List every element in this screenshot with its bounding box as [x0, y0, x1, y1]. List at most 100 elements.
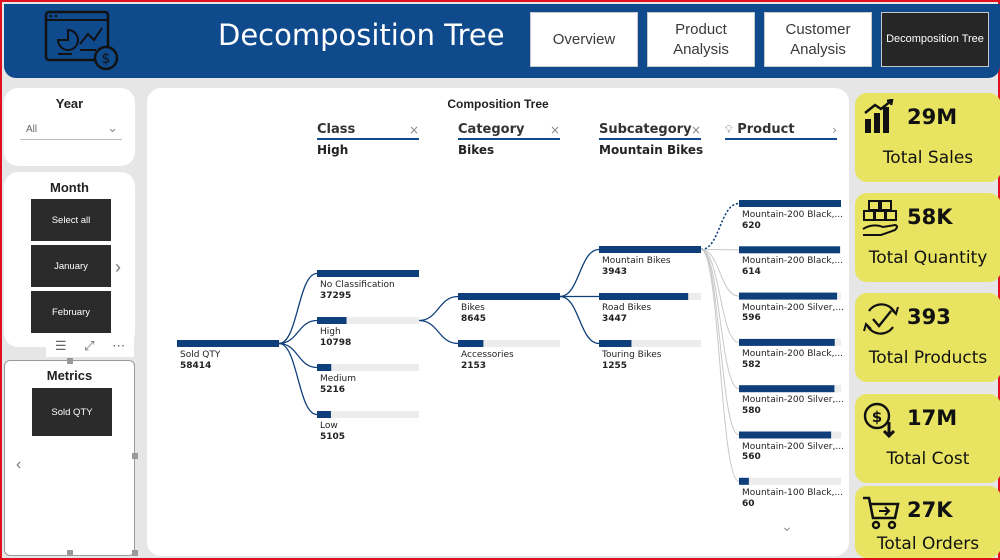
- node-bar[interactable]: [739, 431, 832, 439]
- node-bar[interactable]: [317, 317, 347, 324]
- nav-customer-analysis-button[interactable]: Customer Analysis: [764, 12, 872, 67]
- month-item-label: Select all: [51, 214, 91, 226]
- node-bar-track[interactable]: [317, 364, 419, 371]
- kpi-card-total-quantity: 58K Total Quantity: [855, 193, 1000, 282]
- nav-overview-button[interactable]: Overview: [530, 12, 638, 67]
- page-title: Decomposition Tree: [218, 18, 505, 52]
- node-bar[interactable]: [458, 340, 484, 347]
- remove-level-icon[interactable]: ×: [550, 123, 560, 137]
- node-value: 37295: [320, 290, 352, 301]
- node-bar[interactable]: [739, 385, 835, 393]
- kpi-label: Total Orders: [876, 534, 980, 554]
- resize-handle[interactable]: [132, 453, 138, 459]
- node-label[interactable]: Mountain Bikes 3943: [602, 256, 671, 278]
- column-header-subcategory[interactable]: Subcategory ×: [599, 122, 701, 140]
- dashboard-frame: $ Decomposition Tree Overview Product An…: [0, 0, 1000, 560]
- resize-handle[interactable]: [132, 550, 138, 556]
- month-january-button[interactable]: January: [31, 245, 111, 287]
- year-dropdown-value: All: [26, 124, 38, 135]
- node-name: Sold QTY: [180, 350, 221, 360]
- node-name: Touring Bikes: [602, 350, 662, 360]
- node-name: Road Bikes: [602, 303, 652, 313]
- node-label[interactable]: Mountain-200 Silver,... 580: [742, 395, 844, 417]
- column-header-class[interactable]: Class ×: [317, 122, 419, 140]
- resize-handle[interactable]: [67, 550, 73, 556]
- node-label[interactable]: High 10798: [320, 327, 351, 349]
- node-bar[interactable]: [177, 340, 279, 347]
- node-bar-track[interactable]: [739, 477, 841, 485]
- chevron-left-icon[interactable]: ‹: [16, 456, 21, 474]
- node-value: 10798: [320, 337, 352, 348]
- tree-connector-faint: [700, 249, 740, 436]
- kpi-label: Total Cost: [886, 449, 970, 469]
- more-options-icon[interactable]: ⋯: [112, 338, 125, 354]
- column-selected-category: Bikes: [458, 143, 495, 157]
- node-bar[interactable]: [599, 340, 632, 347]
- metrics-slicer-title: Metrics: [46, 368, 93, 383]
- remove-level-icon[interactable]: ×: [409, 123, 419, 137]
- column-header-product[interactable]: 💡︎ Product ›: [725, 122, 837, 140]
- node-bar[interactable]: [739, 246, 841, 254]
- node-label[interactable]: Bikes 8645: [461, 303, 486, 325]
- node-label[interactable]: Mountain-200 Black,... 582: [742, 349, 843, 371]
- node-bar[interactable]: [739, 292, 838, 300]
- metrics-sold-qty-button[interactable]: Sold QTY: [32, 388, 112, 436]
- node-label[interactable]: Accessories 2153: [461, 350, 514, 372]
- column-header-category[interactable]: Category ×: [458, 122, 560, 140]
- node-label[interactable]: No Classification 37295: [320, 280, 395, 302]
- node-label[interactable]: Mountain-200 Silver,... 560: [742, 442, 844, 464]
- nav-decomposition-tree-button[interactable]: Decomposition Tree: [881, 12, 989, 67]
- tree-connector-faint: [700, 249, 740, 343]
- nav-product-analysis-button[interactable]: Product Analysis: [647, 12, 755, 67]
- tree-connector: [559, 295, 600, 345]
- node-name: Mountain-200 Silver,...: [742, 302, 844, 313]
- chevron-down-icon[interactable]: ⌄: [781, 518, 793, 535]
- node-value: 580: [742, 405, 761, 416]
- node-bar[interactable]: [458, 293, 560, 300]
- resize-handle[interactable]: [67, 358, 73, 364]
- tree-connector: [278, 319, 318, 345]
- kpi-value: 29M: [907, 105, 958, 129]
- column-field-label: Category: [458, 122, 525, 137]
- node-label[interactable]: Touring Bikes 1255: [602, 350, 661, 372]
- node-bar[interactable]: [739, 200, 841, 207]
- svg-text:$: $: [872, 408, 882, 426]
- node-label[interactable]: Mountain-200 Silver,... 596: [742, 303, 844, 325]
- node-bar[interactable]: [599, 293, 689, 300]
- kpi-value: 58K: [907, 205, 953, 229]
- node-value: 60: [742, 498, 755, 509]
- chevron-right-icon[interactable]: ›: [115, 257, 121, 278]
- node-label[interactable]: Mountain-200 Black,... 620: [742, 210, 843, 232]
- kpi-card-total-sales: 29M Total Sales: [855, 93, 1000, 182]
- node-bar-track[interactable]: [317, 411, 419, 418]
- node-name: Mountain-200 Silver,...: [742, 395, 844, 406]
- node-bar[interactable]: [317, 270, 419, 277]
- node-label[interactable]: Sold QTY 58414: [180, 350, 220, 372]
- month-february-button[interactable]: February: [31, 291, 111, 333]
- node-label[interactable]: Road Bikes 3447: [602, 303, 651, 325]
- node-bar[interactable]: [599, 246, 701, 253]
- remove-level-icon[interactable]: ×: [691, 123, 701, 137]
- svg-text:$: $: [102, 51, 111, 67]
- node-bar[interactable]: [317, 411, 331, 418]
- kpi-card-total-orders: 27K Total Orders: [855, 486, 1000, 558]
- tree-connector: [278, 342, 318, 416]
- filter-icon[interactable]: ☰: [55, 338, 67, 354]
- chevron-right-icon[interactable]: ›: [832, 123, 837, 137]
- node-bar[interactable]: [739, 477, 749, 485]
- year-slicer: Year All ⌄: [4, 88, 135, 166]
- focus-mode-icon[interactable]: ⤢: [84, 338, 94, 354]
- tree-connector: [278, 342, 318, 369]
- node-bar[interactable]: [317, 364, 332, 371]
- kpi-card-total-products: 393 Total Products: [855, 293, 1000, 382]
- node-label[interactable]: Mountain-200 Black,... 614: [742, 256, 843, 278]
- header-bar: $ Decomposition Tree Overview Product An…: [4, 4, 1000, 78]
- year-dropdown[interactable]: All ⌄: [20, 120, 122, 140]
- node-label[interactable]: Low 5105: [320, 421, 345, 443]
- month-select-all-button[interactable]: Select all: [31, 199, 111, 241]
- node-bar[interactable]: [739, 338, 835, 346]
- node-name: Medium: [320, 374, 356, 384]
- node-label[interactable]: Mountain-100 Black,... 60: [742, 488, 843, 510]
- node-value: 5216: [320, 384, 346, 395]
- node-label[interactable]: Medium 5216: [320, 374, 356, 396]
